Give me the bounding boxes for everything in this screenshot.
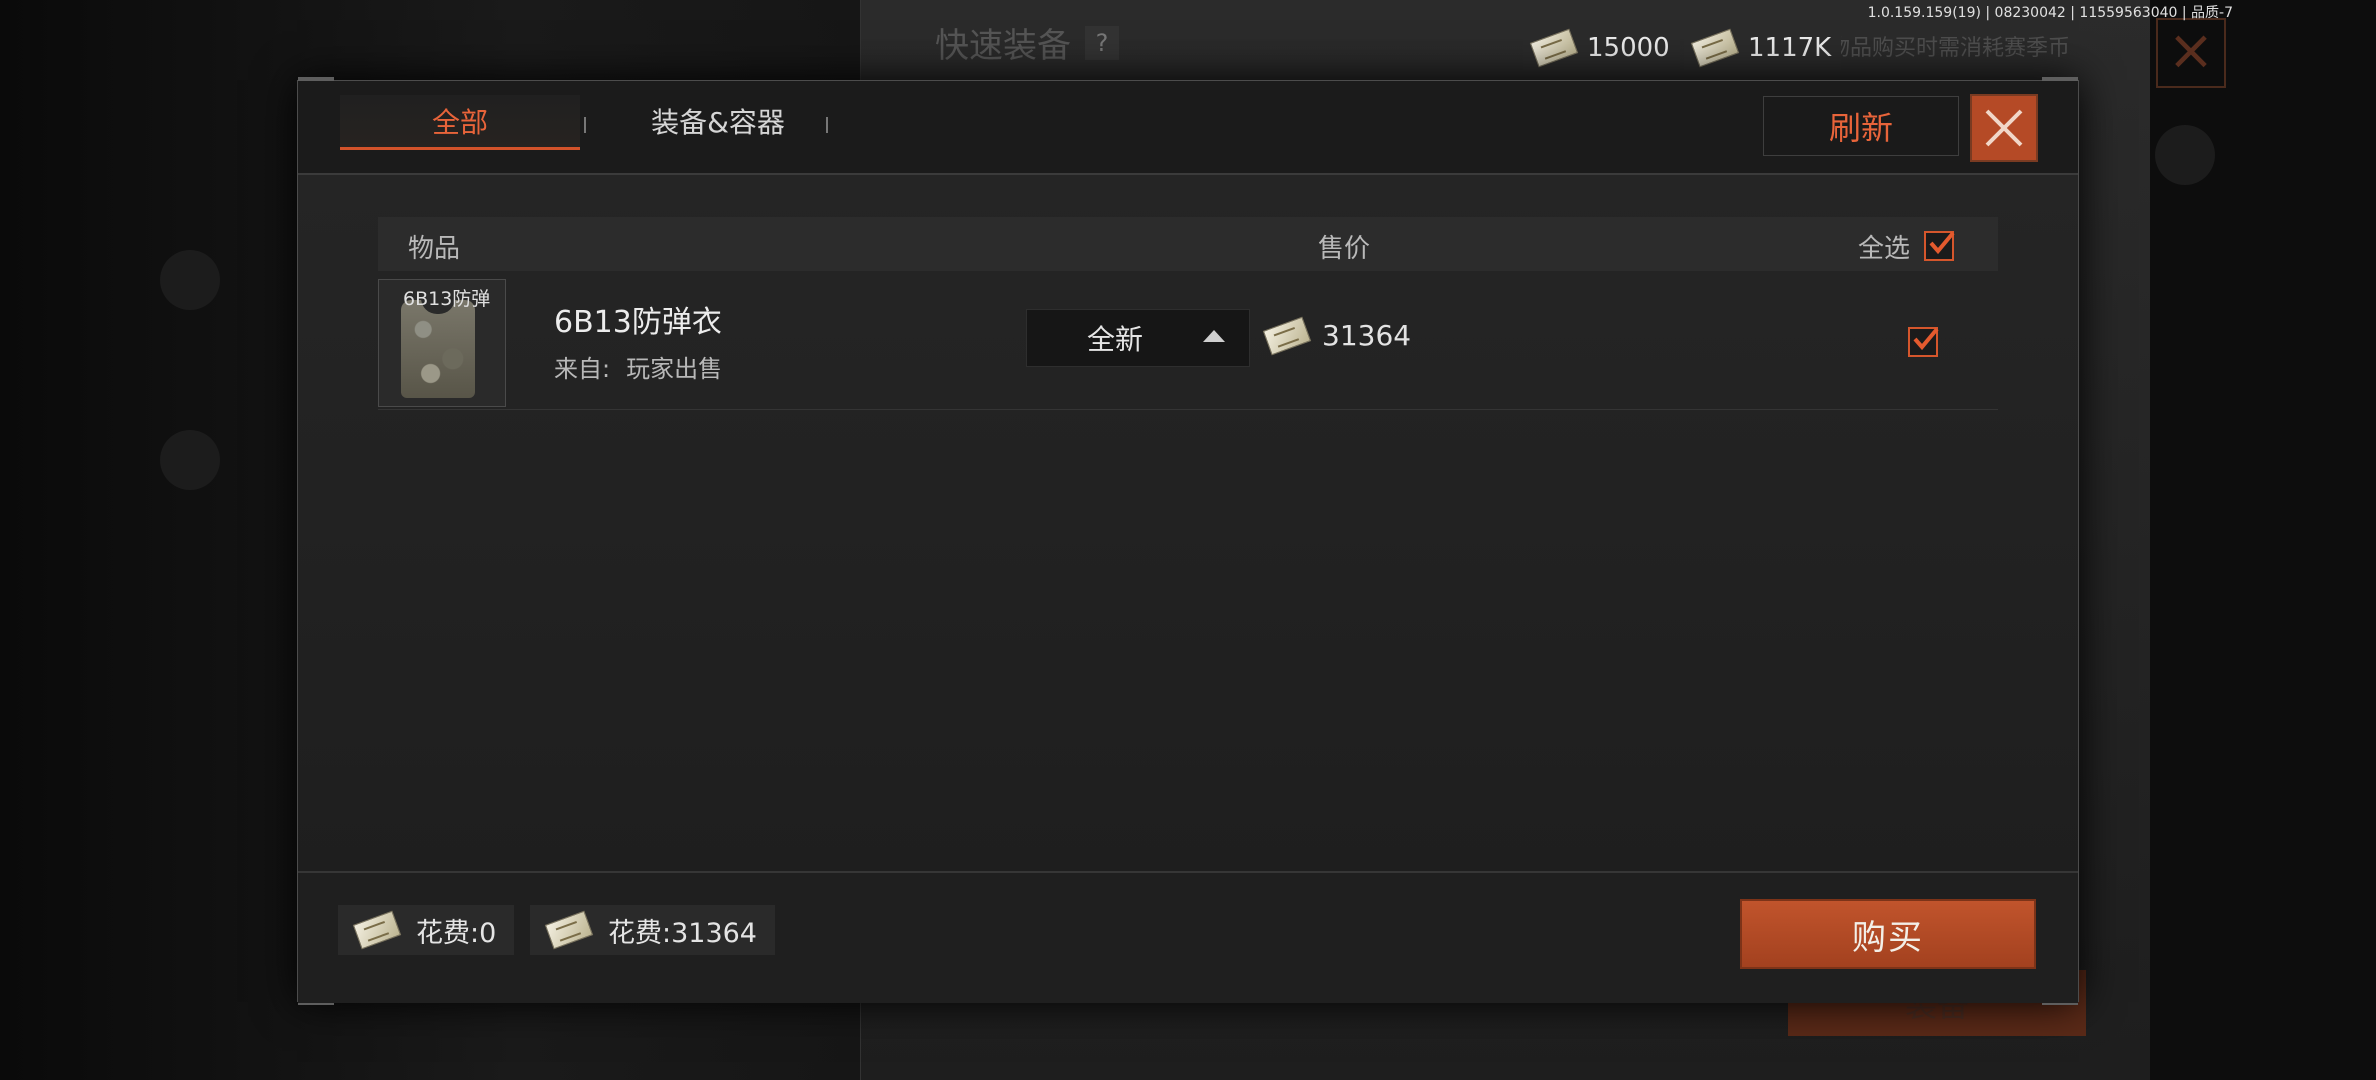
cost-display-1: 花费:0 [338,905,515,955]
help-icon: ? [1085,25,1119,60]
cost-text: 花费:0 [416,917,497,949]
item-name: 6B13防弹衣 [554,305,722,340]
quick-buy-dialog: 全部 装备&容器 刷新 物品 售价 全选 6B13防弹 6B13防弹衣 来自: [297,77,2079,1005]
background-title: 快速装备 ? [935,18,1119,67]
item-price: 31364 [1262,316,1412,355]
background-notice: 物品购买时需消耗赛季币 [1828,36,2071,61]
refresh-button[interactable]: 刷新 [1763,96,1959,156]
currency-amount: 1117K [1748,33,1832,63]
background-close-icon: × [2156,18,2226,88]
background-side-icon [160,430,220,490]
currency-display-2: 1117K [1684,26,1842,70]
select-all-checkbox[interactable] [1924,231,1955,261]
close-icon [1985,109,2023,147]
dialog-header: 全部 装备&容器 刷新 [298,81,2078,175]
cash-icon [352,910,402,950]
item-source: 来自: 玩家出售 [554,349,722,384]
tab-all[interactable]: 全部 [340,95,580,150]
item-thumbnail: 6B13防弹 [378,279,506,407]
cost-text: 花费:31364 [608,917,757,949]
condition-dropdown[interactable]: 全新 [1026,309,1250,367]
background-side-icon [2155,125,2215,185]
background-side-icon [160,250,220,310]
source-value: 玩家出售 [626,355,723,383]
tab-equipment-containers[interactable]: 装备&容器 [598,95,838,147]
checkmark-icon [1929,231,1955,255]
dialog-footer: 花费:0 花费:31364 购买 [298,871,2078,1003]
tab-divider [826,117,828,133]
background-title-text: 快速装备 [935,26,1071,66]
version-text: 1.0.159.159(19) | 08230042 | 11559563040… [1867,5,2233,21]
source-label: 来自: [554,355,611,383]
condition-value: 全新 [1087,323,1144,356]
buy-button[interactable]: 购买 [1740,899,2036,969]
currency-display-1: 15000 [1523,26,1680,70]
column-item: 物品 [408,234,461,264]
price-value: 31364 [1322,319,1412,352]
cash-icon [1262,316,1312,355]
cash-icon [1529,28,1579,68]
column-price: 售价 [1318,234,1371,264]
chevron-up-icon [1203,330,1225,342]
thumbnail-label: 6B13防弹 [403,288,491,310]
item-select-checkbox[interactable] [1908,327,1939,357]
body-armor-icon [401,294,475,398]
table-header: 物品 售价 全选 [378,217,1998,271]
cash-icon [1690,28,1740,68]
cash-icon [544,910,594,950]
select-all-label: 全选 [1857,234,1910,264]
currency-amount: 15000 [1587,33,1670,63]
table-row[interactable]: 6B13防弹 6B13防弹衣 来自: 玩家出售 全新 31364 [378,277,1998,410]
cost-display-2: 花费:31364 [530,905,775,955]
checkmark-icon [1913,327,1939,351]
tab-divider [584,117,586,133]
close-button[interactable] [1970,94,2038,162]
